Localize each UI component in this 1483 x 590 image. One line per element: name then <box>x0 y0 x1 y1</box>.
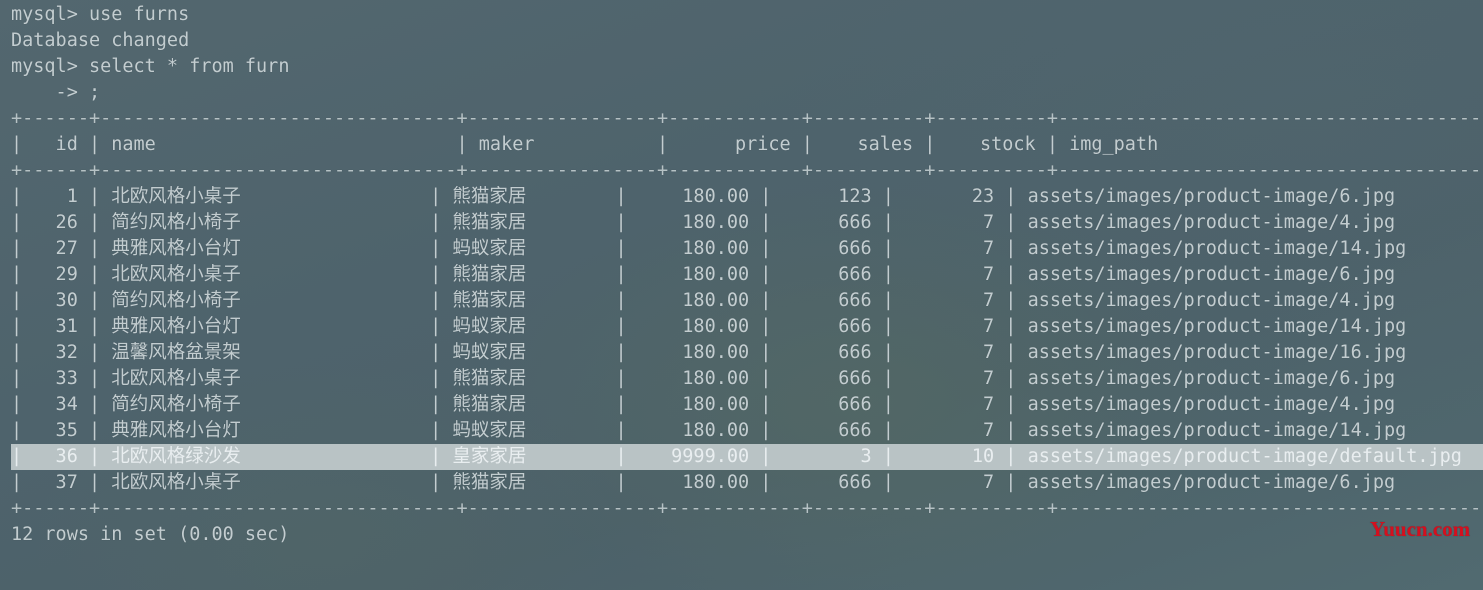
table-rule: +------+--------------------------------… <box>11 160 1483 181</box>
table-row-cells[interactable]: | 1 | 北欧风格小桌子 | 熊猫家居 | 180.00 | 123 | 23… <box>11 186 1483 207</box>
table-row[interactable]: | 1 | 北欧风格小桌子 | 熊猫家居 | 180.00 | 123 | 23… <box>11 184 1483 210</box>
table-row[interactable]: | 29 | 北欧风格小桌子 | 熊猫家居 | 180.00 | 666 | 7… <box>11 262 1483 288</box>
terminal-prompt: -> <box>11 82 89 103</box>
terminal-output-line: Database changed <box>11 28 1483 54</box>
result-status-line: 12 rows in set (0.00 sec) <box>11 522 1483 548</box>
table-rule-header: +------+--------------------------------… <box>11 158 1483 184</box>
table-rule-top: +------+--------------------------------… <box>11 106 1483 132</box>
table-row-cells[interactable]: | 27 | 典雅风格小台灯 | 蚂蚁家居 | 180.00 | 666 | 7… <box>11 238 1483 259</box>
table-row-selected[interactable]: | 36 | 北欧风格绿沙发 | 皇家家居 | 9999.00 | 3 | 10… <box>11 444 1483 470</box>
table-row[interactable]: | 36 | 北欧风格绿沙发 | 皇家家居 | 9999.00 | 3 | 10… <box>11 444 1483 470</box>
table-row[interactable]: | 33 | 北欧风格小桌子 | 熊猫家居 | 180.00 | 666 | 7… <box>11 366 1483 392</box>
table-row-cells[interactable]: | 26 | 简约风格小椅子 | 熊猫家居 | 180.00 | 666 | 7… <box>11 212 1483 233</box>
table-row[interactable]: | 34 | 简约风格小椅子 | 熊猫家居 | 180.00 | 666 | 7… <box>11 392 1483 418</box>
table-row-cells[interactable]: | 35 | 典雅风格小台灯 | 蚂蚁家居 | 180.00 | 666 | 7… <box>11 420 1483 441</box>
table-row-cells[interactable]: | 29 | 北欧风格小桌子 | 熊猫家居 | 180.00 | 666 | 7… <box>11 264 1483 285</box>
terminal-command-line: mysql> select * from furn <box>11 54 1483 80</box>
table-row[interactable]: | 35 | 典雅风格小台灯 | 蚂蚁家居 | 180.00 | 666 | 7… <box>11 418 1483 444</box>
table-row-cells[interactable]: | 33 | 北欧风格小桌子 | 熊猫家居 | 180.00 | 666 | 7… <box>11 368 1483 389</box>
table-row[interactable]: | 37 | 北欧风格小桌子 | 熊猫家居 | 180.00 | 666 | 7… <box>11 470 1483 496</box>
terminal-prompt: mysql> <box>11 56 89 77</box>
table-rule-bottom: +------+--------------------------------… <box>11 496 1483 522</box>
terminal-command-line: mysql> use furns <box>11 2 1483 28</box>
terminal-line-text: ; <box>88 82 101 103</box>
table-header-row: | id | name | maker | price | sales | st… <box>11 132 1483 158</box>
table-row-cells[interactable]: | 32 | 温馨风格盆景架 | 蚂蚁家居 | 180.00 | 666 | 7… <box>11 342 1483 363</box>
table-rule: +------+--------------------------------… <box>11 498 1483 519</box>
table-rule: +------+--------------------------------… <box>11 108 1483 129</box>
table-row[interactable]: | 32 | 温馨风格盆景架 | 蚂蚁家居 | 180.00 | 666 | 7… <box>11 340 1483 366</box>
terminal-line-text: use furns <box>88 4 190 25</box>
table-row[interactable]: | 30 | 简约风格小椅子 | 熊猫家居 | 180.00 | 666 | 7… <box>11 288 1483 314</box>
terminal-line-text: Database changed <box>11 30 190 51</box>
terminal-prompt: mysql> <box>11 4 89 25</box>
table-row-cells[interactable]: | 31 | 典雅风格小台灯 | 蚂蚁家居 | 180.00 | 666 | 7… <box>11 316 1483 337</box>
terminal-screen[interactable]: mysql> use furns Database changed mysql> s… <box>11 2 1483 548</box>
watermark-label: Yuucn.com <box>1370 517 1471 541</box>
table-header-cells: | id | name | maker | price | sales | st… <box>11 134 1483 155</box>
table-row[interactable]: | 26 | 简约风格小椅子 | 熊猫家居 | 180.00 | 666 | 7… <box>11 210 1483 236</box>
table-row-cells[interactable]: | 34 | 简约风格小椅子 | 熊猫家居 | 180.00 | 666 | 7… <box>11 394 1483 415</box>
result-status-text: 12 rows in set (0.00 sec) <box>11 524 290 545</box>
terminal-command-line: -> ; <box>11 80 1483 106</box>
table-row[interactable]: | 27 | 典雅风格小台灯 | 蚂蚁家居 | 180.00 | 666 | 7… <box>11 236 1483 262</box>
terminal-line-text: select * from furn <box>88 56 290 77</box>
terminal-window[interactable]: mysql> use furns Database changed mysql> s… <box>0 0 1483 590</box>
table-row[interactable]: | 31 | 典雅风格小台灯 | 蚂蚁家居 | 180.00 | 666 | 7… <box>11 314 1483 340</box>
table-row-cells[interactable]: | 37 | 北欧风格小桌子 | 熊猫家居 | 180.00 | 666 | 7… <box>11 472 1483 493</box>
table-row-cells[interactable]: | 30 | 简约风格小椅子 | 熊猫家居 | 180.00 | 666 | 7… <box>11 290 1483 311</box>
